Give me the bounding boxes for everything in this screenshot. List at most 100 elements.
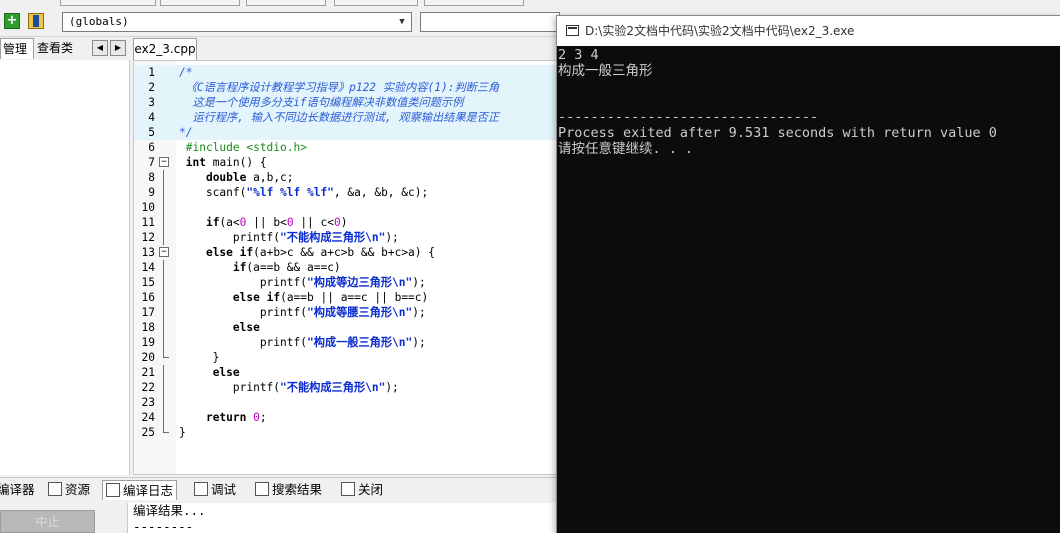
toolbar-fragment — [246, 0, 326, 6]
fold-guide — [163, 410, 164, 425]
console-output[interactable]: 2 3 4 构成一般三角形 ----------------------------… — [557, 46, 1060, 533]
code-line[interactable]: 12 printf("不能构成三角形\n"); — [134, 230, 562, 245]
code-line[interactable]: 7− int main() { — [134, 155, 562, 170]
compile-log-output[interactable]: 编译结果... -------- — [127, 503, 560, 533]
tab-compile-log[interactable]: 编译日志 — [102, 480, 178, 500]
code-line[interactable]: 8 double a,b,c; — [134, 170, 562, 185]
code-line[interactable]: 19 printf("构成一般三角形\n"); — [134, 335, 562, 350]
line-number: 18 — [141, 321, 155, 334]
stop-button[interactable]: 中止 — [0, 510, 95, 533]
code-line[interactable]: 20 } — [134, 350, 562, 365]
tab-next-icon[interactable]: ▶ — [110, 40, 126, 56]
search-icon — [255, 482, 269, 496]
left-panel-tabs: 管理 查看类 ◀ ▶ — [0, 38, 130, 60]
code-text: int main() { — [185, 156, 267, 169]
fold-guide — [163, 185, 164, 200]
fold-collapse-icon[interactable]: − — [159, 247, 169, 257]
code-text: printf("不能构成三角形\n"); — [179, 381, 399, 394]
line-number: 20 — [141, 351, 155, 364]
tab-project-manager[interactable]: 管理 — [0, 38, 34, 59]
line-number: 3 — [148, 96, 155, 109]
tab-debug[interactable]: 调试 — [194, 480, 236, 500]
grid-icon — [48, 482, 62, 496]
code-line[interactable]: 11 if(a<0 || b<0 || c<0) — [134, 215, 562, 230]
line-number: 22 — [141, 381, 155, 394]
code-line[interactable]: 17 printf("构成等腰三角形\n"); — [134, 305, 562, 320]
toolbar-fragment — [160, 0, 240, 6]
code-line[interactable]: 16 else if(a==b || a==c || b==c) — [134, 290, 562, 305]
fold-guide — [163, 200, 164, 215]
line-number: 9 — [148, 186, 155, 199]
line-number: 12 — [141, 231, 155, 244]
code-line[interactable]: 15 printf("构成等边三角形\n"); — [134, 275, 562, 290]
code-line[interactable]: 5 */ — [134, 125, 562, 140]
code-text: } — [179, 351, 220, 364]
tab-close[interactable]: 关闭 — [341, 480, 383, 500]
tab-resources[interactable]: 资源 — [48, 480, 90, 500]
code-editor[interactable]: 1/* 2 《C语言程序设计教程学习指导》p122 实验内容(1):判断三角 3 这… — [133, 60, 563, 475]
code-line[interactable]: 6 #include <stdio.h> — [134, 140, 562, 155]
code-text: #include <stdio.h> — [179, 141, 307, 154]
tab-search-results[interactable]: 搜索结果 — [255, 480, 322, 500]
tab-class-browser[interactable]: 查看类 — [35, 38, 87, 59]
bookmark-icon[interactable] — [28, 13, 44, 29]
tab-file[interactable]: ex2_3.cpp — [133, 38, 197, 60]
toolbar-fragment — [334, 0, 418, 6]
tab-label: 搜索结果 — [272, 482, 323, 497]
line-number: 13 — [141, 246, 155, 259]
line-number: 24 — [141, 411, 155, 424]
code-text: printf("不能构成三角形\n"); — [179, 231, 399, 244]
code-text: 《C语言程序设计教程学习指导》p122 实验内容(1):判断三角 — [179, 81, 500, 94]
code-line[interactable]: 24 return 0; — [134, 410, 562, 425]
tab-prev-icon[interactable]: ◀ — [92, 40, 108, 56]
tab-label: 关闭 — [358, 482, 384, 497]
line-number: 25 — [141, 426, 155, 439]
code-line[interactable]: 13− else if(a+b>c && a+c>b && b+c>a) { — [134, 245, 562, 260]
console-line: 构成一般三角形 — [558, 63, 653, 79]
toolbar-fragment — [424, 0, 524, 6]
console-titlebar[interactable]: D:\实验2文档中代码\实验2文档中代码\ex2_3.exe — [557, 16, 1060, 46]
fold-guide — [163, 380, 164, 395]
bottom-panel-tabs: 编译器 资源 编译日志 调试 搜索结果 关闭 — [0, 477, 560, 501]
code-line[interactable]: 3 这是一个使用多分支if语句编程解决非数值类问题示例 — [134, 95, 562, 110]
code-line[interactable]: 18 else — [134, 320, 562, 335]
line-number: 8 — [148, 171, 155, 184]
code-line[interactable]: 14 if(a==b && a==c) — [134, 260, 562, 275]
line-number: 7 — [148, 156, 155, 169]
toolbar-fragment — [60, 0, 156, 6]
bar-chart-icon — [106, 483, 120, 497]
code-line[interactable]: 1 /* — [134, 65, 562, 80]
console-window[interactable]: D:\实验2文档中代码\实验2文档中代码\ex2_3.exe 2 3 4 构成一般… — [556, 15, 1060, 533]
code-text: printf("构成等腰三角形\n"); — [179, 306, 426, 319]
check-icon — [194, 482, 208, 496]
code-line[interactable]: 10 — [134, 200, 562, 215]
code-line[interactable]: 21 else — [134, 365, 562, 380]
line-number: 1 — [148, 66, 155, 79]
code-line[interactable]: 25} — [134, 425, 562, 440]
code-line[interactable]: 23 — [134, 395, 562, 410]
tab-compiler[interactable]: 编译器 — [0, 480, 35, 500]
line-number: 14 — [141, 261, 155, 274]
scope-combo[interactable]: (globals) ▼ — [62, 12, 412, 32]
log-line: 编译结果... — [133, 503, 206, 518]
fold-guide — [163, 305, 164, 320]
code-text: printf("构成等边三角形\n"); — [179, 276, 426, 289]
code-line[interactable]: 22 printf("不能构成三角形\n"); — [134, 380, 562, 395]
code-line[interactable]: 9 scanf("%lf %lf %lf", &a, &b, &c); — [134, 185, 562, 200]
fold-collapse-icon[interactable]: − — [159, 157, 169, 167]
code-text: else — [232, 321, 260, 334]
line-number: 19 — [141, 336, 155, 349]
fold-end-marker — [163, 350, 169, 358]
console-line: 2 3 4 — [558, 47, 599, 63]
code-line[interactable]: 4 运行程序, 输入不同边长数据进行测试, 观察输出结果是否正 — [134, 110, 562, 125]
code-text: return 0; — [205, 411, 267, 424]
code-line[interactable]: 2 《C语言程序设计教程学习指导》p122 实验内容(1):判断三角 — [134, 80, 562, 95]
fold-guide — [163, 395, 164, 410]
line-number: 11 — [141, 216, 155, 229]
function-combo[interactable] — [420, 12, 560, 32]
add-icon[interactable]: + — [4, 13, 20, 29]
chevron-down-icon[interactable]: ▼ — [393, 13, 411, 31]
left-panel[interactable] — [0, 60, 130, 475]
fold-guide — [163, 215, 164, 230]
fold-end-marker — [163, 425, 169, 433]
